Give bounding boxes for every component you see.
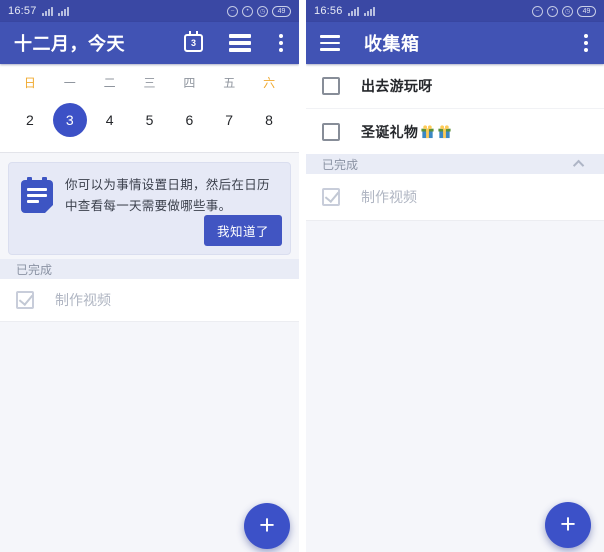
signal-icon [347, 6, 359, 16]
calendar-day-icon[interactable]: 3 [184, 31, 203, 52]
checkbox-checked-icon[interactable] [322, 188, 340, 206]
date-cell[interactable]: 2 [10, 100, 50, 140]
tip-card: 你可以为事情设置日期，然后在日历中查看每一天需要做哪些事。 我知道了 [8, 162, 291, 256]
do-not-disturb-icon: – [227, 5, 238, 17]
toolbar: 收集箱 [306, 22, 604, 64]
page-title: 收集箱 [364, 34, 420, 54]
calendar-day-number: 3 [190, 38, 196, 48]
weekday-label: 四 [183, 76, 196, 90]
weekday-label: 一 [63, 76, 76, 90]
completed-section-header[interactable]: 已完成 [0, 259, 299, 280]
gift-emoji-icon [421, 125, 434, 139]
weekday-label: 六 [263, 76, 276, 90]
date-cell-selected[interactable]: 3 [50, 100, 90, 140]
gift-emoji-icon [438, 125, 451, 139]
task-row[interactable]: 制作视频 [306, 174, 604, 220]
note-clipboard-icon [21, 177, 53, 213]
got-it-button[interactable]: 我知道了 [203, 215, 282, 247]
completed-section-header[interactable]: 已完成 [306, 154, 604, 174]
battery-icon: 49 [577, 5, 596, 17]
status-bar: 16:57 – • ◷ 49 [0, 0, 299, 22]
date-cell[interactable]: 7 [209, 100, 249, 140]
overflow-menu-icon[interactable] [277, 32, 285, 54]
date-cell[interactable]: 6 [169, 100, 209, 140]
task-title: 圣诞礼物 [361, 122, 452, 142]
clock-icon: ◷ [562, 5, 573, 17]
date-cell[interactable]: 8 [249, 100, 289, 140]
add-task-fab[interactable]: + [244, 503, 290, 549]
clock-time: 16:57 [8, 5, 37, 17]
checkbox-unchecked-icon[interactable] [322, 122, 340, 141]
completed-section-label: 已完成 [16, 262, 53, 277]
task-row[interactable]: 制作视频 [0, 279, 299, 322]
checkbox-checked-icon[interactable] [16, 291, 34, 310]
completed-section-label: 已完成 [322, 157, 359, 172]
screen-calendar-today: 16:57 – • ◷ 49 十二月，今天 3 日 一 二 三 四 五 六 2 … [0, 0, 299, 552]
signal-icon [41, 6, 53, 16]
status-bar: 16:56 – • ◷ 49 [306, 0, 604, 22]
date-cell[interactable]: 5 [130, 100, 170, 140]
clock-time: 16:56 [314, 5, 343, 17]
screen-inbox: 16:56 – • ◷ 49 收集箱 出去游玩呀 圣诞礼物 已完成 制作视频 + [306, 0, 604, 552]
chevron-up-icon[interactable] [572, 159, 585, 172]
signal-icon [363, 6, 375, 16]
weekday-label: 五 [223, 76, 236, 90]
overflow-menu-icon[interactable] [582, 32, 590, 54]
signal-icon [57, 6, 69, 16]
weekday-label: 三 [143, 76, 156, 90]
hamburger-menu-icon[interactable] [320, 35, 340, 51]
weekday-label: 日 [23, 76, 36, 90]
plus-icon: + [259, 509, 275, 540]
do-not-disturb-icon: – [532, 5, 543, 17]
checkbox-unchecked-icon[interactable] [322, 77, 340, 95]
task-title: 制作视频 [361, 189, 417, 205]
task-row[interactable]: 圣诞礼物 [306, 109, 604, 154]
task-title: 出去游玩呀 [361, 78, 433, 94]
alarm-icon: • [242, 5, 253, 17]
task-row[interactable]: 出去游玩呀 [306, 64, 604, 109]
battery-icon: 49 [272, 5, 291, 17]
task-title: 制作视频 [55, 292, 111, 309]
plus-icon: + [560, 508, 576, 539]
clock-icon: ◷ [257, 5, 268, 17]
weekday-label: 二 [103, 76, 116, 90]
week-strip: 日 一 二 三 四 五 六 2 3 4 5 6 7 8 [0, 64, 299, 153]
add-task-fab[interactable]: + [545, 502, 591, 548]
toolbar: 十二月，今天 3 [0, 22, 299, 64]
date-cell[interactable]: 4 [90, 100, 130, 140]
alarm-icon: • [547, 5, 558, 17]
agenda-view-icon[interactable] [229, 34, 251, 52]
tip-text: 你可以为事情设置日期，然后在日历中查看每一天需要做哪些事。 [65, 178, 270, 213]
page-title[interactable]: 十二月，今天 [14, 30, 125, 56]
